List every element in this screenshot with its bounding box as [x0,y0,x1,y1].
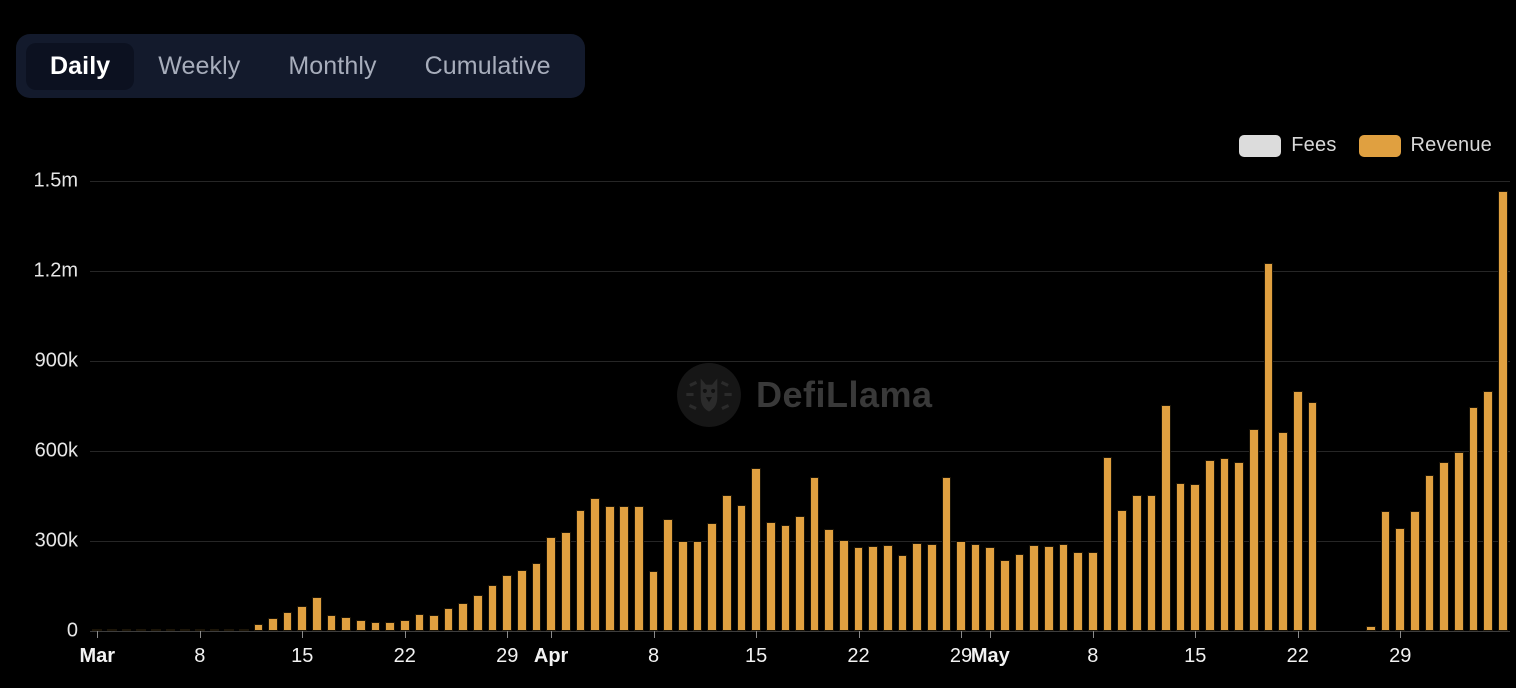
x-tick-label: 29 [949,645,973,667]
x-tick-mark [1092,631,1094,638]
x-tick-label: 29 [496,645,519,667]
x-tick-mark [507,631,509,638]
chart-page: Daily Weekly Monthly Cumulative Fees Rev… [0,0,1516,688]
x-tick-mark [990,631,992,638]
x-tick-mark [97,631,99,638]
x-tick-mark [858,631,860,638]
x-tick-mark [404,631,406,638]
x-tick-mark [653,631,655,638]
x-tick-mark [1400,631,1402,638]
x-tick-label: 8 [194,645,206,667]
x-tick-label: 15 [291,645,314,667]
x-tick-label: 15 [1184,645,1207,667]
x-tick-mark [1195,631,1197,638]
x-tick-label: 22 [393,645,416,667]
x-tick-label: Apr [533,645,569,667]
x-tick-label: 22 [847,645,870,667]
x-tick-label: May [970,645,1010,667]
x-tick-label: 8 [1087,645,1099,667]
x-tick-mark [199,631,201,638]
x-tick-label: 29 [1389,645,1412,667]
x-tick-label: 22 [1286,645,1309,667]
x-tick-mark [961,631,963,638]
x-tick-label: Mar [79,645,116,667]
x-tick-mark [302,631,304,638]
x-axis: Mar 8 15 22 29 Apr 8 15 22 29 May 8 15 22 29 [0,0,1516,688]
x-tick-label: 8 [648,645,660,667]
x-tick-mark [1297,631,1299,638]
x-tick-label: 15 [744,645,768,667]
chart-plot-area: 0 300k 600k 900k 1.2m 1.5m Mar 8 15 22 29 Apr 8 15 22… [0,0,1516,688]
x-tick-mark [551,631,553,638]
x-tick-mark [756,631,758,638]
